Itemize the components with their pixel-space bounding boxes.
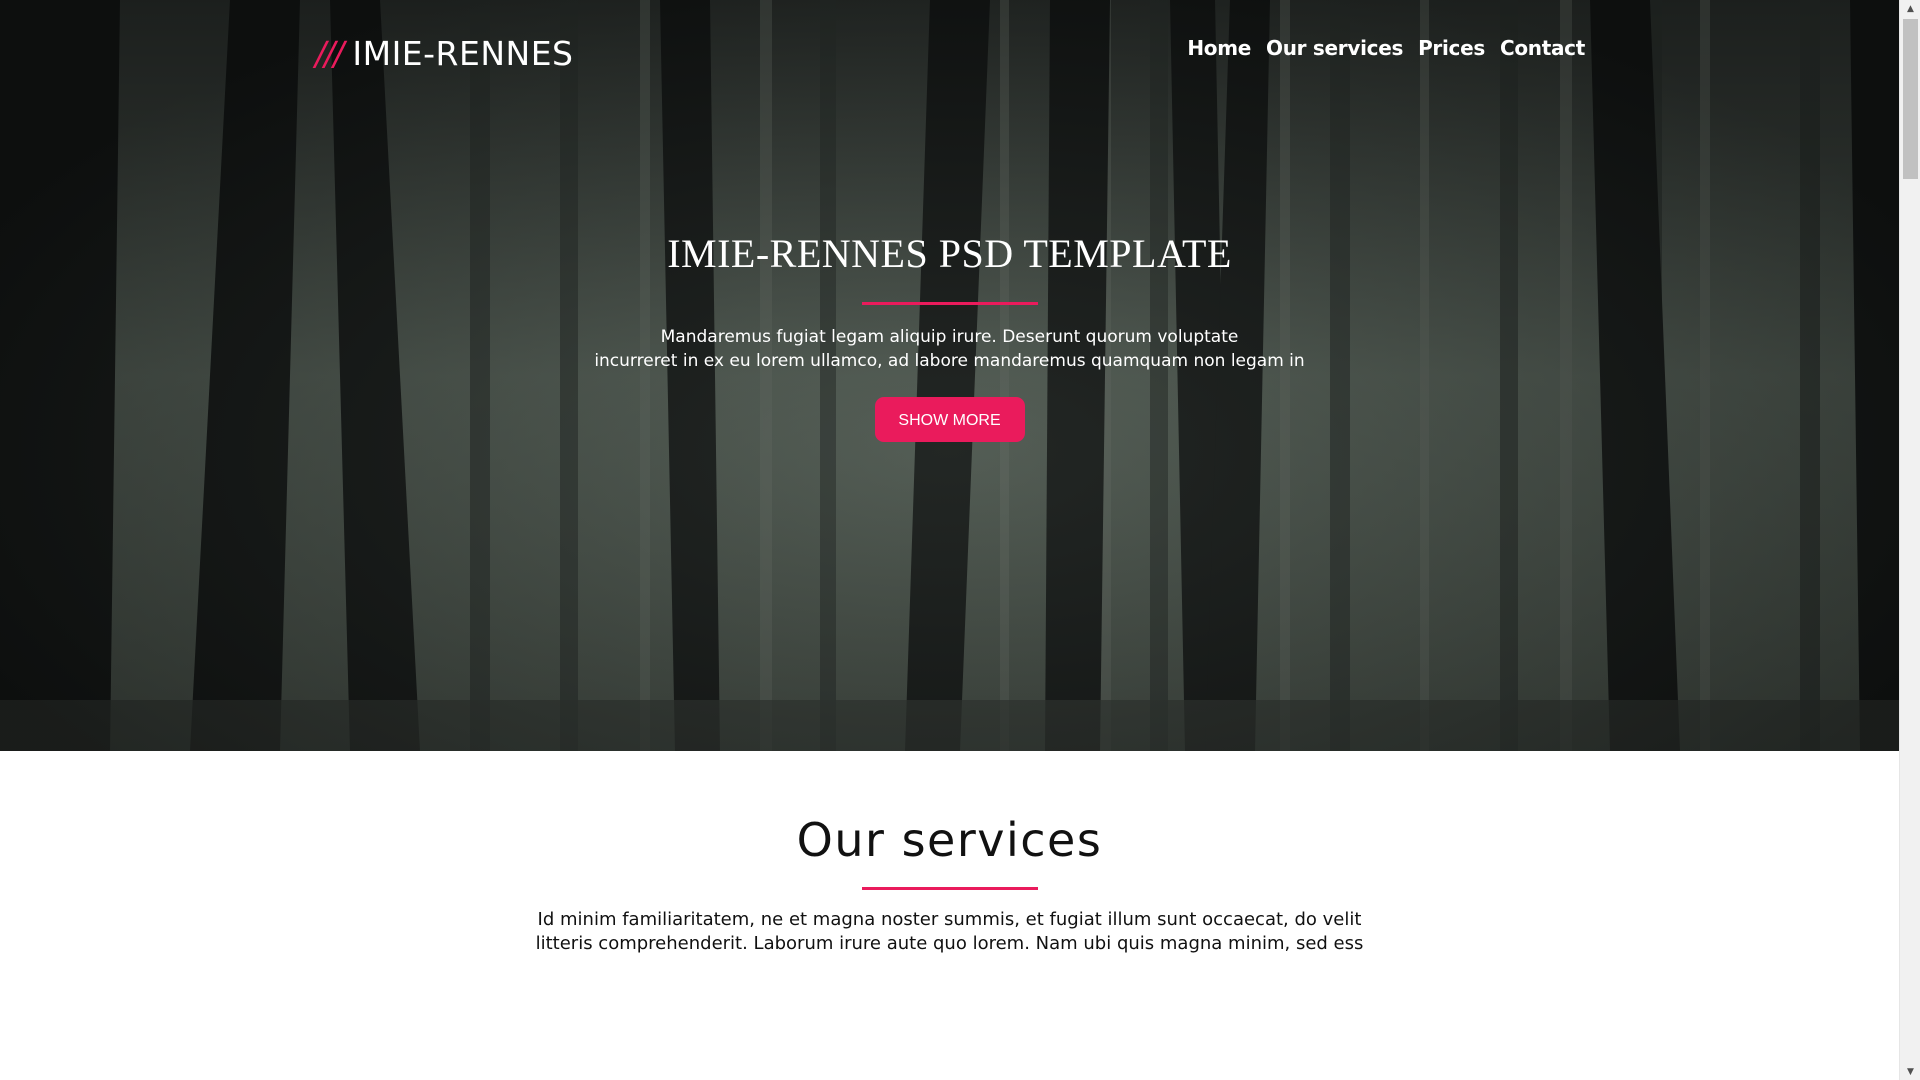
main-nav: Home Our services Prices Contact xyxy=(1187,36,1585,60)
vertical-scrollbar[interactable]: ▲ ▼ xyxy=(1899,0,1920,1080)
show-more-button[interactable]: SHOW MORE xyxy=(874,397,1025,442)
services-description-line-1: Id minim familiaritatem, ne et magna nos… xyxy=(537,909,1362,930)
nav-item-our-services[interactable]: Our services xyxy=(1266,36,1403,60)
page: /// IMIE-RENNES Home Our services Prices… xyxy=(0,0,1899,1080)
nav-item-prices[interactable]: Prices xyxy=(1418,36,1485,60)
hero-description: Mandaremus fugiat legam aliquip irure. D… xyxy=(570,325,1330,373)
logo-slashes: /// xyxy=(315,34,344,73)
hero-divider xyxy=(861,302,1038,305)
hero-section: /// IMIE-RENNES Home Our services Prices… xyxy=(0,0,1899,751)
hero-title: IMIE-RENNES PSD TEMPLATE xyxy=(667,231,1232,276)
services-divider xyxy=(861,887,1038,890)
arrow-down-icon[interactable]: ▼ xyxy=(1900,1063,1920,1080)
services-section: Our services Id minim familiaritatem, ne… xyxy=(0,751,1899,1080)
nav-item-contact[interactable]: Contact xyxy=(1500,36,1585,60)
services-title: Our services xyxy=(796,813,1103,867)
nav-item-home[interactable]: Home xyxy=(1187,36,1251,60)
services-description: Id minim familiaritatem, ne et magna nos… xyxy=(535,908,1365,956)
hero-description-line-2: incurreret in ex eu lorem ullamco, ad la… xyxy=(594,351,1305,371)
site-header: /// IMIE-RENNES Home Our services Prices… xyxy=(315,28,1585,80)
site-logo[interactable]: /// IMIE-RENNES xyxy=(315,34,574,73)
hero-content: IMIE-RENNES PSD TEMPLATE Mandaremus fugi… xyxy=(0,230,1899,442)
scrollbar-thumb[interactable] xyxy=(1903,19,1918,179)
arrow-up-icon[interactable]: ▲ xyxy=(1900,0,1920,17)
logo-name: IMIE-RENNES xyxy=(352,34,574,73)
services-description-line-2: litteris comprehenderit. Laborum irure a… xyxy=(535,933,1364,954)
hero-description-line-1: Mandaremus fugiat legam aliquip irure. D… xyxy=(660,327,1239,347)
